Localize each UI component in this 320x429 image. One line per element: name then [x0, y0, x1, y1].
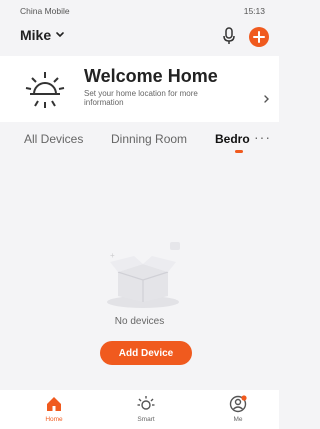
profile-icon	[229, 395, 247, 413]
user-name: Mike	[20, 27, 52, 43]
plus-icon	[253, 31, 265, 43]
sun-icon	[137, 396, 155, 410]
add-button[interactable]	[249, 27, 269, 47]
bottom-nav: Home Smart Me	[0, 390, 279, 429]
status-bar: China Mobile 15:13	[0, 0, 279, 20]
microphone-icon[interactable]	[221, 26, 237, 46]
empty-state: +	[0, 230, 279, 330]
add-device-button[interactable]: Add Device	[100, 341, 192, 365]
chevron-down-icon	[56, 32, 64, 38]
welcome-title: Welcome Home	[84, 66, 218, 86]
nav-home[interactable]: Home	[24, 394, 84, 423]
clock: 15:13	[243, 6, 265, 16]
chevron-right-icon	[264, 95, 269, 103]
nav-me[interactable]: Me	[208, 394, 268, 423]
svg-text:+: +	[110, 251, 115, 260]
welcome-subtitle: Set your home location for more informat…	[84, 89, 198, 107]
empty-message: No devices	[114, 316, 165, 327]
empty-box-icon: +	[107, 242, 180, 308]
tab-dinning-room[interactable]: Dinning Room	[111, 132, 187, 146]
tab-all-devices[interactable]: All Devices	[24, 132, 83, 146]
carrier-name: China Mobile	[20, 6, 70, 16]
header: Mike	[0, 24, 279, 52]
nav-smart-label: Smart	[137, 416, 155, 423]
tab-bedroom[interactable]: Bedro	[215, 132, 250, 146]
welcome-card[interactable]: Welcome Home Set your home location for …	[0, 56, 279, 122]
nav-smart[interactable]: Smart	[116, 394, 176, 423]
sun-icon	[25, 72, 65, 108]
nav-home-label: Home	[45, 416, 63, 423]
nav-me-label: Me	[233, 416, 243, 423]
more-icon[interactable]: ···	[254, 129, 271, 145]
home-icon	[47, 397, 61, 411]
active-tab-indicator	[235, 150, 243, 153]
user-menu[interactable]: Mike	[20, 27, 65, 43]
